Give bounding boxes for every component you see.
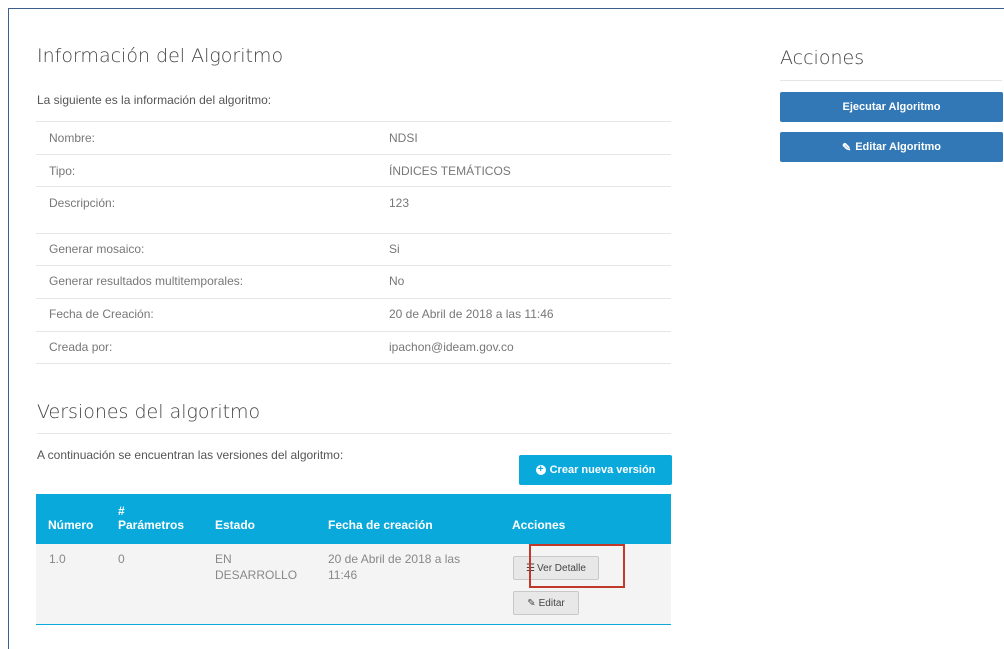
- info-value: ipachon@ideam.gov.co: [389, 340, 514, 354]
- info-row-descripcion: Descripción: 123: [36, 186, 671, 233]
- edit-version-button[interactable]: ✎ Editar: [513, 591, 579, 615]
- info-row-mosaico: Generar mosaico: Si: [36, 233, 671, 265]
- view-detail-label: Ver Detalle: [537, 562, 586, 574]
- run-algorithm-label: Ejecutar Algoritmo: [842, 101, 941, 113]
- actions-divider: [780, 80, 1002, 81]
- info-label: Nombre:: [49, 131, 96, 145]
- cell-state-line1: EN: [215, 552, 232, 566]
- create-version-button[interactable]: + Crear nueva versión: [519, 455, 672, 485]
- versions-title: Versiones del algoritmo: [37, 401, 261, 423]
- col-date: Fecha de creación: [328, 518, 433, 532]
- edit-algorithm-button[interactable]: ✎ Editar Algoritmo: [780, 132, 1003, 162]
- info-value: ÍNDICES TEMÁTICOS: [389, 164, 511, 178]
- info-label: Creada por:: [49, 340, 113, 354]
- info-label: Generar mosaico:: [49, 242, 145, 256]
- view-detail-button[interactable]: ☰ Ver Detalle: [513, 556, 599, 580]
- info-value: Si: [389, 242, 400, 256]
- cell-params: 0: [118, 552, 125, 566]
- edit-algorithm-label: Editar Algoritmo: [855, 141, 941, 153]
- create-version-label: Crear nueva versión: [549, 464, 656, 476]
- info-row-fecha: Fecha de Creación: 20 de Abril de 2018 a…: [36, 298, 671, 331]
- actions-title: Acciones: [780, 47, 865, 69]
- info-subtitle: La siguiente es la información del algor…: [37, 93, 272, 107]
- info-label: Generar resultados multitemporales:: [49, 274, 244, 288]
- edit-icon: ✎: [527, 597, 536, 609]
- edit-icon: ✎: [842, 141, 852, 154]
- info-row-tipo: Tipo: ÍNDICES TEMÁTICOS: [36, 154, 671, 186]
- info-value: No: [389, 274, 405, 288]
- info-row-nombre: Nombre: NDSI: [36, 121, 671, 154]
- versions-table-header: Número # Parámetros Estado Fecha de crea…: [36, 494, 671, 544]
- versions-subtitle: A continuación se encuentran las version…: [37, 448, 344, 462]
- info-row-creada: Creada por: ipachon@ideam.gov.co: [36, 331, 671, 364]
- versions-divider: [37, 433, 671, 434]
- col-actions: Acciones: [512, 518, 566, 532]
- cell-date-line1: 20 de Abril de 2018 a las: [328, 552, 461, 566]
- col-state: Estado: [215, 518, 256, 532]
- col-params-hash: #: [118, 504, 125, 518]
- list-icon: ☰: [526, 562, 536, 574]
- col-params: Parámetros: [118, 518, 185, 532]
- info-row-multitemporal: Generar resultados multitemporales: No: [36, 265, 671, 298]
- cell-date-line2: 11:46: [328, 568, 358, 582]
- col-number: Número: [48, 518, 94, 532]
- edit-version-label: Editar: [538, 597, 565, 609]
- info-label: Tipo:: [49, 164, 76, 178]
- info-title: Información del Algoritmo: [37, 45, 284, 67]
- run-algorithm-button[interactable]: Ejecutar Algoritmo: [780, 92, 1003, 122]
- info-value: NDSI: [389, 131, 418, 145]
- info-label: Fecha de Creación:: [49, 307, 154, 321]
- cell-number: 1.0: [49, 552, 66, 566]
- info-value: 20 de Abril de 2018 a las 11:46: [389, 307, 554, 321]
- info-label: Descripción:: [49, 196, 116, 210]
- info-value: 123: [389, 196, 410, 210]
- plus-circle-icon: +: [535, 465, 546, 475]
- info-table: Nombre: NDSI Tipo: ÍNDICES TEMÁTICOS Des…: [36, 121, 671, 364]
- cell-state-line2: DESARROLLO: [215, 568, 298, 582]
